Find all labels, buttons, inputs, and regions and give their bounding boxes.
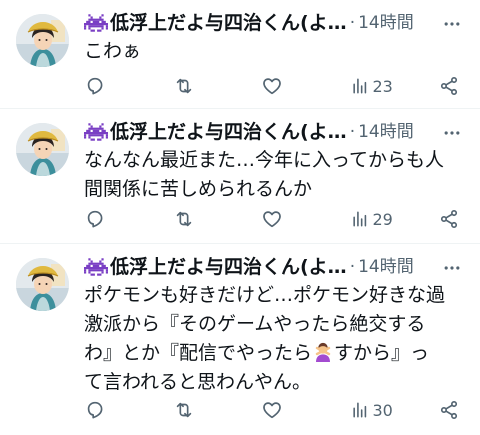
tweet-text-line: なんなん最近また…今年に入ってからも人 — [84, 149, 445, 171]
tweet-card[interactable]: 低浮上だよ与四治くん(よ… · 14時間 なんなん最近また…今年に入ってからも人… — [0, 109, 480, 244]
views-icon — [350, 76, 370, 96]
views-count: 23 — [372, 76, 393, 96]
like-button[interactable] — [261, 75, 339, 97]
retweet-button[interactable] — [173, 75, 251, 97]
tweet-header: 低浮上だよ与四治くん(よ… · 14時間 — [84, 121, 466, 143]
share-icon — [438, 399, 460, 421]
share-icon — [438, 208, 460, 230]
tweet-text-line: わ』とか『配信でやったら すから』っ — [84, 339, 466, 368]
share-button[interactable] — [438, 399, 460, 421]
more-dots-icon[interactable] — [442, 123, 462, 143]
views-button[interactable]: 29 — [350, 209, 428, 229]
author-name[interactable]: 低浮上だよ与四治くん(よ… — [110, 12, 347, 34]
action-bar: 29 — [84, 207, 460, 231]
views-button[interactable]: 23 — [350, 76, 428, 96]
space-invader-icon — [84, 258, 108, 276]
reply-button[interactable] — [84, 208, 162, 230]
tweet-text-line: 激派から『そのゲームやったら絶交する — [84, 313, 426, 335]
avatar[interactable] — [16, 14, 69, 67]
tweet-content: 低浮上だよ与四治くん(よ… · 14時間 なんなん最近また…今年に入ってからも人… — [84, 121, 466, 204]
heart-icon — [261, 208, 283, 230]
separator-dot: · — [349, 13, 356, 33]
reply-icon — [84, 208, 106, 230]
more-dots-icon[interactable] — [442, 258, 462, 278]
views-button[interactable]: 30 — [350, 400, 428, 420]
tweet-text-line: 間関係に苦しめられるんか — [84, 178, 313, 200]
heart-icon — [261, 75, 283, 97]
tweet-content: 低浮上だよ与四治くん(よ… · 14時間 ポケモンも好きだけど…ポケモン好きな過… — [84, 256, 466, 397]
tweet-text: ポケモンも好きだけど…ポケモン好きな過 激派から『そのゲームやったら絶交する わ… — [84, 281, 466, 397]
tweet-text: こわぁ — [84, 37, 466, 66]
views-icon — [350, 209, 370, 229]
author-name[interactable]: 低浮上だよ与四治くん(よ… — [110, 121, 347, 143]
tweet-text: なんなん最近また…今年に入ってからも人 間関係に苦しめられるんか — [84, 146, 466, 204]
tweet-card[interactable]: 低浮上だよ与四治くん(よ… · 14時間 こわぁ 23 — [0, 0, 480, 109]
share-button[interactable] — [438, 208, 460, 230]
reply-button[interactable] — [84, 399, 162, 421]
action-bar: 30 — [84, 398, 460, 422]
action-bar: 23 — [84, 74, 460, 98]
separator-dot: · — [349, 257, 356, 277]
more-dots-icon[interactable] — [442, 14, 462, 34]
author-name[interactable]: 低浮上だよ与四治くん(よ… — [110, 256, 347, 278]
reply-icon — [84, 75, 106, 97]
retweet-icon — [173, 399, 195, 421]
timestamp[interactable]: 14時間 — [358, 121, 414, 143]
space-invader-icon — [84, 123, 108, 141]
avatar[interactable] — [16, 258, 69, 311]
timestamp[interactable]: 14時間 — [358, 12, 414, 34]
tweet-content: 低浮上だよ与四治くん(よ… · 14時間 こわぁ — [84, 12, 466, 66]
views-count: 30 — [372, 400, 393, 420]
views-count: 29 — [372, 209, 393, 229]
reply-button[interactable] — [84, 75, 162, 97]
heart-icon — [261, 399, 283, 421]
tweet-text-segment: わ』とか『配信でやったら — [84, 342, 313, 364]
views-icon — [350, 400, 370, 420]
retweet-icon — [173, 208, 195, 230]
separator-dot: · — [349, 122, 356, 142]
share-button[interactable] — [438, 75, 460, 97]
tweet-header: 低浮上だよ与四治くん(よ… · 14時間 — [84, 256, 466, 278]
retweet-button[interactable] — [173, 208, 251, 230]
tweet-text-line: こわぁ — [84, 40, 142, 62]
retweet-icon — [173, 75, 195, 97]
like-button[interactable] — [261, 208, 339, 230]
reply-icon — [84, 399, 106, 421]
tweet-header: 低浮上だよ与四治くん(よ… · 14時間 — [84, 12, 466, 34]
space-invader-icon — [84, 14, 108, 32]
timeline-feed: 低浮上だよ与四治くん(よ… · 14時間 こわぁ 23 低浮上だよ与四治くん(よ… — [0, 0, 480, 435]
timestamp[interactable]: 14時間 — [358, 256, 414, 278]
share-icon — [438, 75, 460, 97]
person-gesturing-no-emoji — [312, 341, 334, 363]
tweet-text-line: ポケモンも好きだけど…ポケモン好きな過 — [84, 284, 446, 306]
retweet-button[interactable] — [173, 399, 251, 421]
avatar[interactable] — [16, 123, 69, 176]
tweet-card[interactable]: 低浮上だよ与四治くん(よ… · 14時間 ポケモンも好きだけど…ポケモン好きな過… — [0, 244, 480, 435]
like-button[interactable] — [261, 399, 339, 421]
tweet-text-line: て言われると思わんやん。 — [84, 371, 312, 393]
tweet-text-segment: すから』っ — [334, 342, 430, 364]
